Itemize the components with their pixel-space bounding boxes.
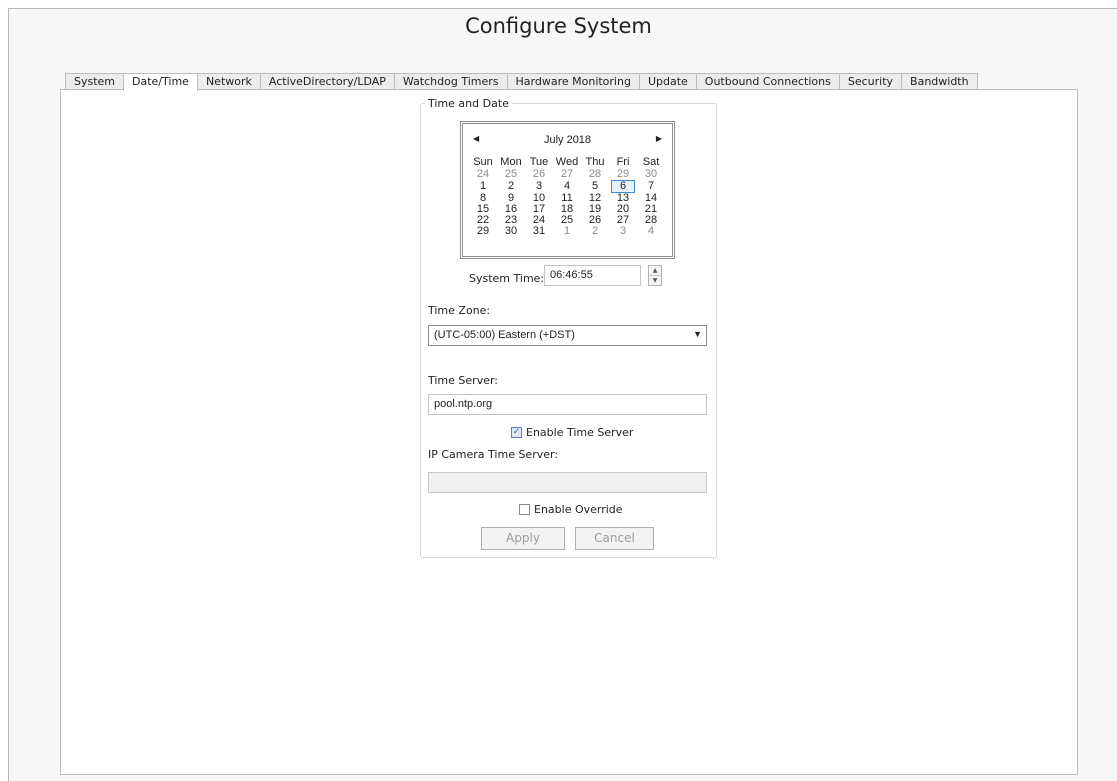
ip-camera-time-server-label: IP Camera Time Server: (428, 448, 559, 461)
tab-date-time[interactable]: Date/Time (123, 73, 198, 91)
calendar-day[interactable]: 4 (637, 226, 665, 237)
tab-bar: System Date/Time Network ActiveDirectory/LD… (65, 73, 978, 91)
tab-watchdog-timers[interactable]: Watchdog Timers (393, 73, 508, 89)
calendar-day[interactable]: 26 (525, 169, 553, 180)
calendar: ◀ July 2018 ▶ Sun Mon Tue Wed Thu Fri Sat 24 25… (460, 121, 675, 259)
time-zone-value: (UTC-05:00) Eastern (+DST) (434, 329, 575, 341)
tab-activedirectory-ldap[interactable]: ActiveDirectory/LDAP (259, 73, 395, 89)
prev-month-icon[interactable]: ◀ (473, 134, 479, 143)
time-server-label: Time Server: (428, 374, 499, 387)
tab-outbound-connections[interactable]: Outbound Connections (695, 73, 840, 89)
calendar-day[interactable]: 30 (637, 169, 665, 180)
calendar-day[interactable]: 29 (609, 169, 637, 180)
calendar-day[interactable]: 28 (581, 169, 609, 180)
next-month-icon[interactable]: ▶ (656, 134, 662, 143)
window-title: Configure System (465, 14, 652, 38)
tab-security[interactable]: Security (838, 73, 903, 89)
enable-time-server-checkbox[interactable]: ✓ (511, 427, 522, 438)
enable-time-server-label: Enable Time Server (526, 426, 634, 439)
calendar-day[interactable]: 2 (581, 226, 609, 237)
calendar-month-label[interactable]: July 2018 (544, 134, 591, 146)
chevron-down-icon: ▼ (693, 329, 702, 339)
ip-camera-time-server-input[interactable] (428, 472, 707, 493)
apply-button[interactable]: Apply (481, 527, 565, 550)
tab-hardware-monitoring[interactable]: Hardware Monitoring (506, 73, 640, 89)
calendar-header: ◀ July 2018 ▶ (463, 134, 672, 148)
enable-override-checkbox[interactable] (519, 504, 530, 515)
tab-system[interactable]: System (65, 73, 125, 89)
calendar-day[interactable]: 29 (469, 226, 497, 237)
calendar-day[interactable]: 31 (525, 226, 553, 237)
tab-network[interactable]: Network (196, 73, 261, 89)
calendar-day[interactable]: 24 (469, 169, 497, 180)
spin-up-icon[interactable]: ▲ (649, 266, 661, 276)
calendar-day[interactable]: 27 (553, 169, 581, 180)
calendar-day[interactable]: 25 (497, 169, 525, 180)
enable-override-row[interactable]: Enable Override (519, 503, 623, 516)
enable-override-label: Enable Override (534, 503, 623, 516)
time-zone-label: Time Zone: (428, 304, 491, 317)
calendar-week-row: 29 30 31 1 2 3 4 (469, 226, 665, 237)
system-time-label: System Time: (469, 272, 545, 285)
tab-update[interactable]: Update (638, 73, 697, 89)
system-time-input[interactable]: 06:46:55 (544, 265, 641, 286)
group-label: Time and Date (428, 97, 509, 110)
cancel-button[interactable]: Cancel (575, 527, 654, 550)
spin-down-icon[interactable]: ▼ (649, 276, 661, 285)
enable-time-server-row[interactable]: ✓ Enable Time Server (511, 426, 633, 439)
calendar-day[interactable]: 3 (609, 226, 637, 237)
calendar-day[interactable]: 1 (553, 226, 581, 237)
calendar-week-row: 24 25 26 27 28 29 30 (469, 169, 665, 180)
calendar-grid: Sun Mon Tue Wed Thu Fri Sat 24 25 26 27 28 29 30 1 2 3 4… (469, 156, 665, 237)
system-time-spinner[interactable]: ▲ ▼ (648, 265, 662, 286)
tab-bandwidth[interactable]: Bandwidth (901, 73, 978, 89)
calendar-day[interactable]: 30 (497, 226, 525, 237)
time-server-input[interactable]: pool.ntp.org (428, 394, 707, 415)
time-zone-select[interactable]: (UTC-05:00) Eastern (+DST) ▼ (428, 325, 707, 346)
